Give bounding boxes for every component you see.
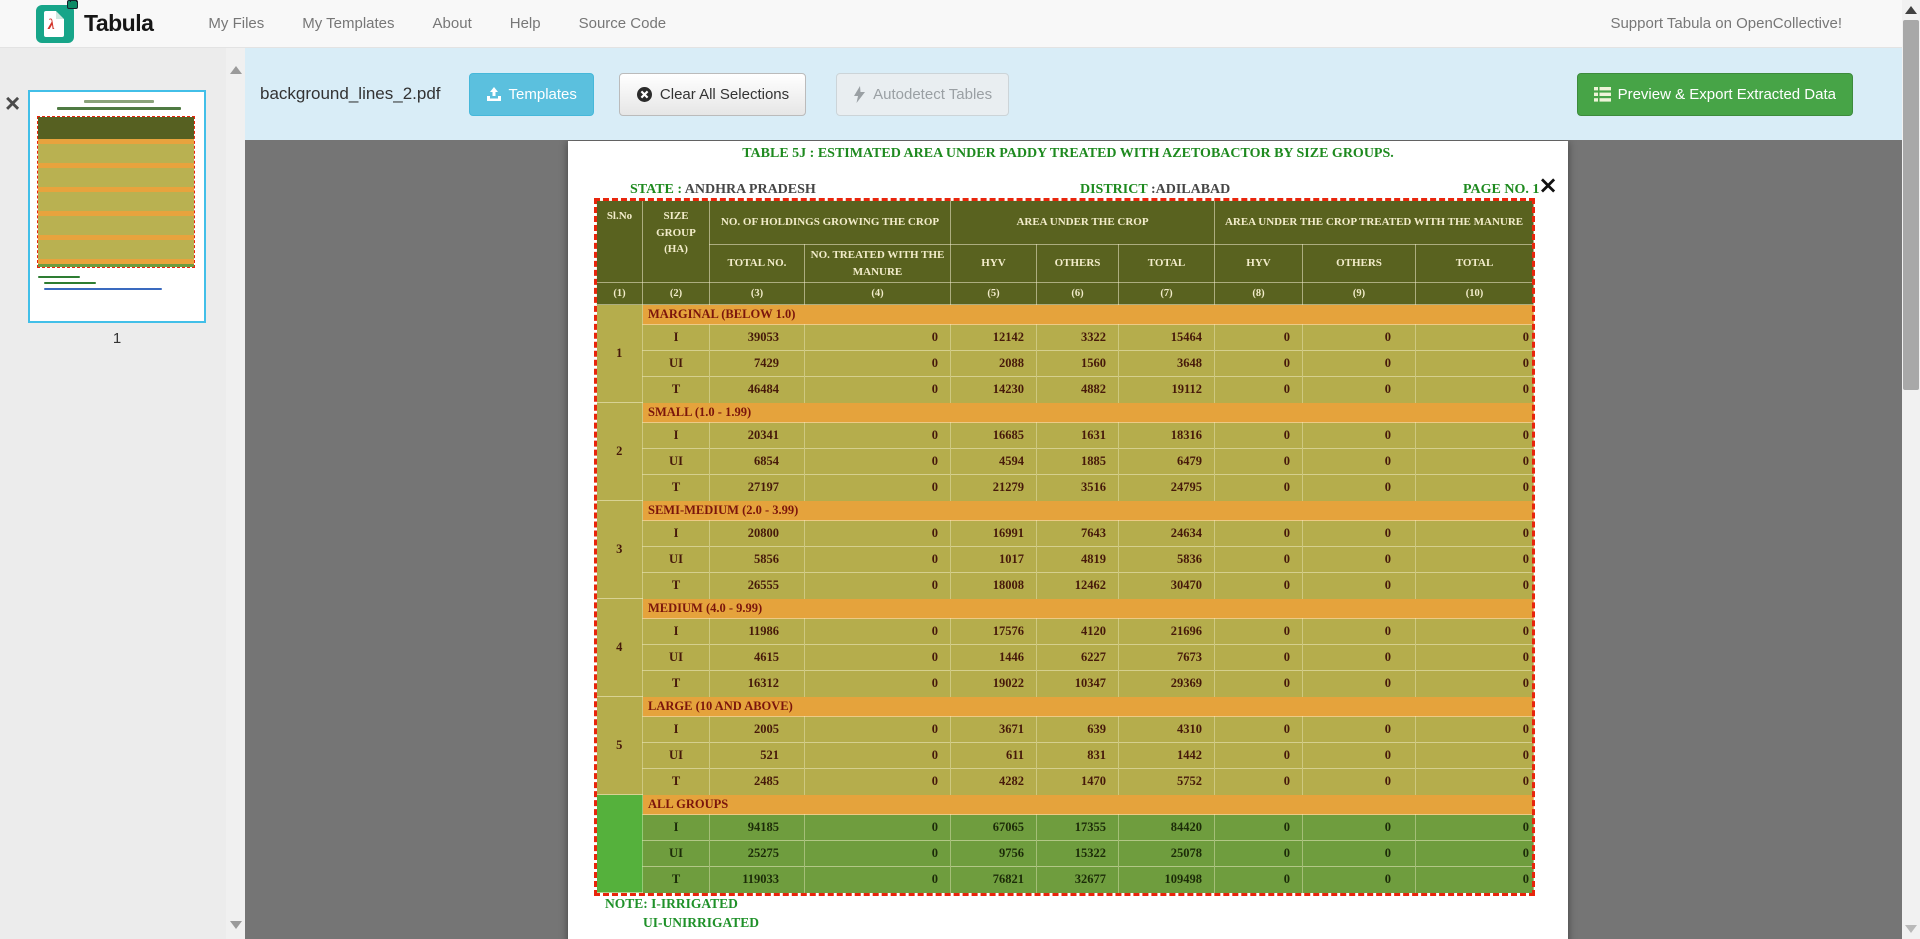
lightning-icon <box>853 86 866 103</box>
window-scrollbar[interactable] <box>1902 0 1920 939</box>
pdf-page[interactable]: TABLE 5J : ESTIMATED AREA UNDER PADDY TR… <box>568 141 1568 939</box>
thumb-note-line <box>38 276 80 278</box>
nav-links: My Files My Templates About Help Source … <box>189 15 685 32</box>
support-link[interactable]: Support Tabula on OpenCollective! <box>1610 15 1842 32</box>
note-line-1: NOTE: I-IRRIGATED <box>605 896 738 912</box>
scroll-down-icon[interactable] <box>230 921 242 929</box>
remove-page-icon[interactable]: × <box>5 92 29 116</box>
thumbnail-page-number: 1 <box>28 330 206 347</box>
brand-link[interactable]: λ Tabula <box>36 5 153 43</box>
thumb-title-line <box>84 100 154 103</box>
thumb-table <box>37 116 195 268</box>
clear-all-selections-button[interactable]: Clear All Selections <box>619 73 806 116</box>
upload-icon <box>486 86 502 102</box>
state-field: STATE : ANDHRA PRADESH <box>630 182 816 198</box>
preview-export-button[interactable]: Preview & Export Extracted Data <box>1577 73 1853 116</box>
toolbar: background_lines_2.pdf Templates Clear A… <box>245 48 1902 140</box>
lock-icon <box>67 0 78 9</box>
brand-title: Tabula <box>84 10 153 37</box>
nav-about[interactable]: About <box>414 15 491 32</box>
scrollbar-up-icon[interactable] <box>1905 6 1917 14</box>
page-no-field: PAGE NO. 1 <box>1463 182 1539 198</box>
district-field: DISTRICT :ADILABAD <box>1080 182 1230 198</box>
thumb-note-line <box>44 282 96 284</box>
templates-button[interactable]: Templates <box>469 73 594 116</box>
nav-source-code[interactable]: Source Code <box>560 15 686 32</box>
list-icon <box>1594 87 1611 102</box>
scrollbar-down-icon[interactable] <box>1905 925 1917 933</box>
tabula-logo-icon: λ <box>36 5 74 43</box>
selection-close-icon[interactable]: × <box>1538 175 1558 195</box>
main-area: background_lines_2.pdf Templates Clear A… <box>245 48 1902 939</box>
note-line-2: UI-UNIRRIGATED <box>643 915 759 931</box>
document-title: TABLE 5J : ESTIMATED AREA UNDER PADDY TR… <box>568 146 1568 162</box>
nav-help[interactable]: Help <box>491 15 560 32</box>
navbar: λ Tabula My Files My Templates About Hel… <box>0 0 1920 48</box>
page-thumbnail[interactable] <box>28 90 206 323</box>
workspace: TABLE 5J : ESTIMATED AREA UNDER PADDY TR… <box>245 140 1902 939</box>
page-sidebar: × 1 <box>0 48 245 939</box>
nav-my-files[interactable]: My Files <box>189 15 283 32</box>
scroll-up-icon[interactable] <box>230 66 242 74</box>
table-selection-box[interactable] <box>594 198 1535 896</box>
nav-my-templates[interactable]: My Templates <box>283 15 413 32</box>
pdf-filename: background_lines_2.pdf <box>260 84 441 104</box>
scrollbar-thumb[interactable] <box>1903 20 1919 390</box>
autodetect-tables-button[interactable]: Autodetect Tables <box>836 73 1009 116</box>
thumb-note-line <box>44 288 162 290</box>
remove-circle-icon <box>636 86 653 103</box>
sidebar-scrollbar[interactable] <box>226 48 245 939</box>
thumb-subtitle-line <box>57 107 181 110</box>
